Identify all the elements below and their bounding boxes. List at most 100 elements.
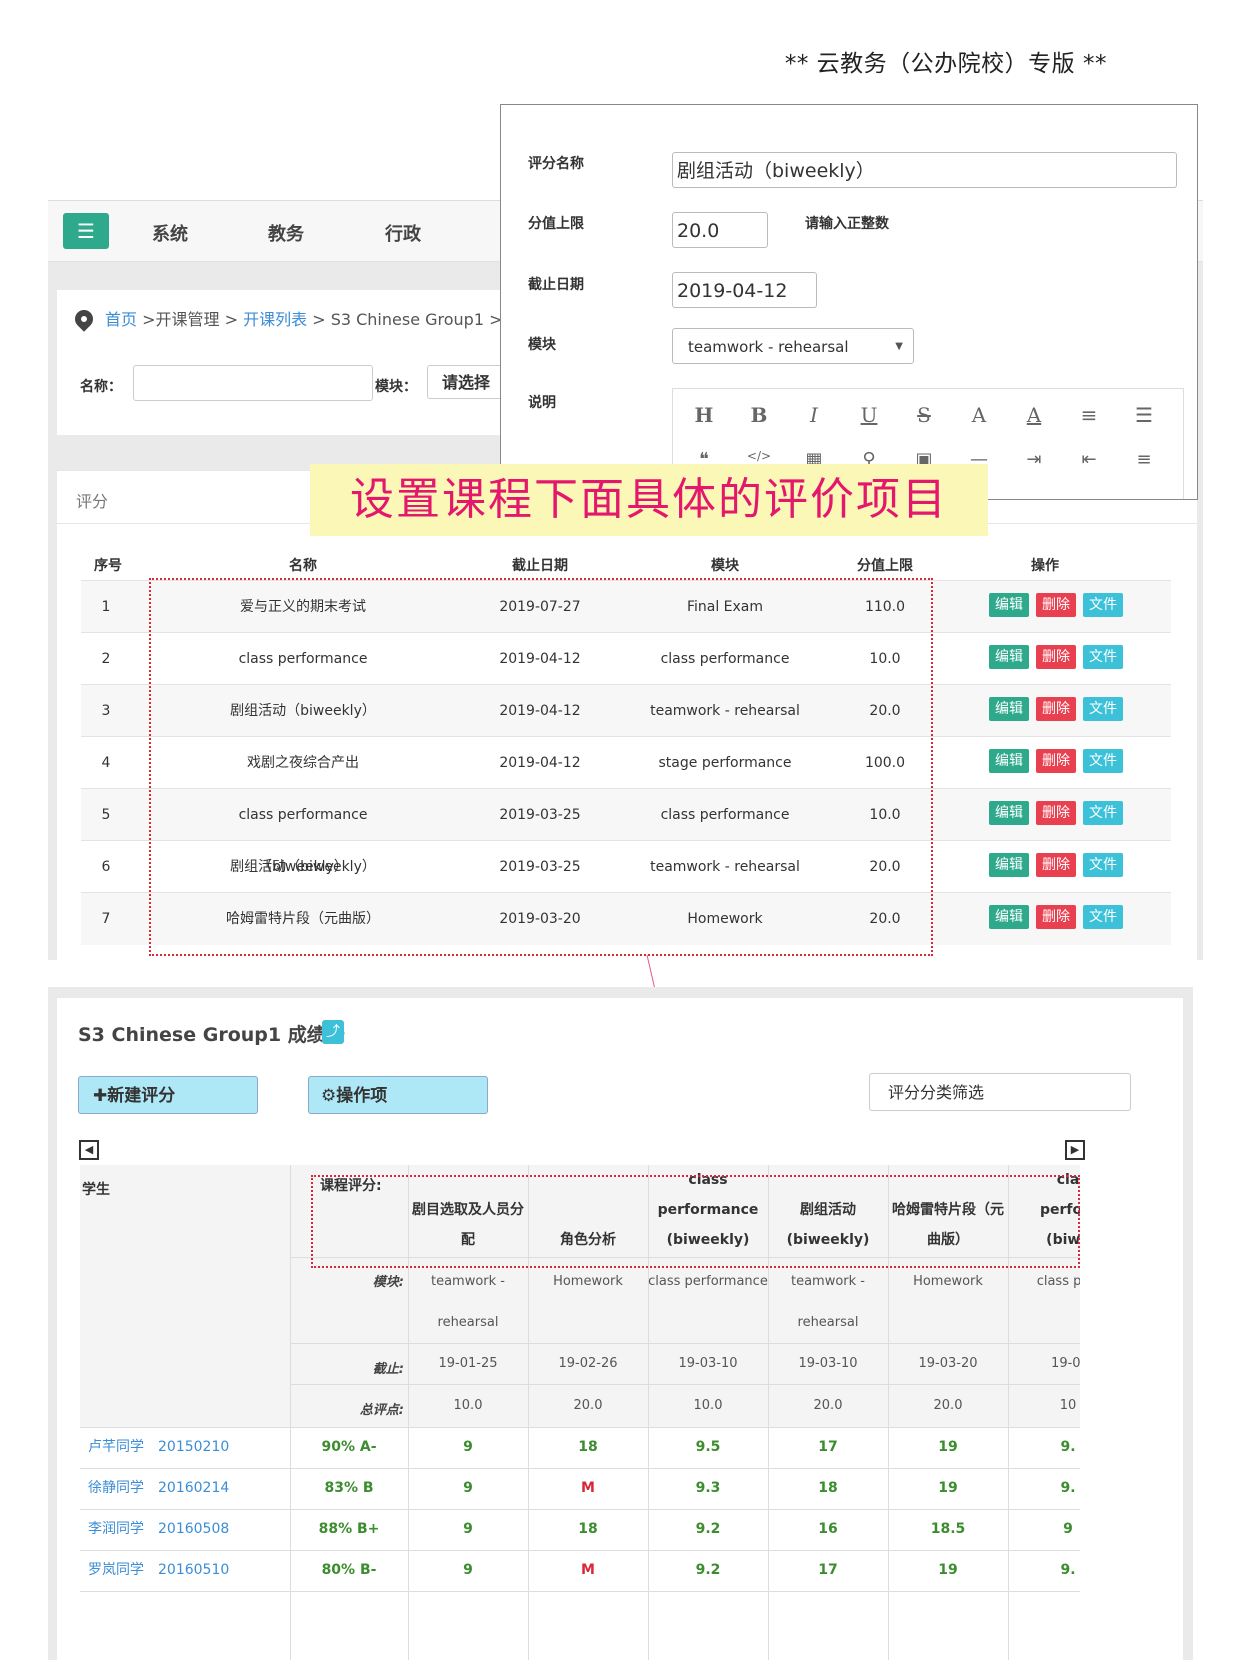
grade-score-cell[interactable]: 18.5	[888, 1509, 1008, 1550]
form-desc-label: 说明	[528, 395, 556, 411]
col-header-name: 名称	[289, 558, 317, 574]
name-filter-input[interactable]	[133, 365, 373, 401]
nav-item-admin[interactable]: 行政	[385, 220, 421, 246]
module-filter-select[interactable]: 请选择	[427, 365, 507, 399]
grade-score-cell[interactable]: 19	[888, 1468, 1008, 1509]
name-filter-label: 名称：	[80, 379, 122, 395]
grade-score-cell[interactable]: 16	[768, 1509, 888, 1550]
student-overall-grade: 83% B	[324, 1480, 374, 1496]
outdent-icon[interactable]: ⇤	[1074, 449, 1104, 470]
student-name-link[interactable]: 李润同学	[88, 1509, 144, 1550]
grade-score-cell[interactable]: 9.2	[648, 1550, 768, 1591]
edit-button[interactable]: 编辑	[989, 645, 1029, 669]
grade-score-cell[interactable]: M	[528, 1550, 648, 1591]
file-button[interactable]: 文件	[1083, 853, 1123, 877]
grade-score-cell[interactable]: 9.2	[648, 1509, 768, 1550]
grade-score-cell[interactable]: 9	[408, 1427, 528, 1468]
breadcrumb-home-link[interactable]: 首页	[105, 310, 137, 329]
file-button[interactable]: 文件	[1083, 593, 1123, 617]
grade-score-cell[interactable]: 9	[1008, 1509, 1080, 1550]
align-icon[interactable]: ≡	[1129, 449, 1159, 470]
form-max-input[interactable]: 20.0	[672, 212, 768, 248]
grade-score-cell[interactable]: 9.	[1008, 1550, 1080, 1591]
student-name-link[interactable]: 徐静同学	[88, 1468, 144, 1509]
menu-toggle-icon[interactable]: ☰	[63, 213, 109, 249]
form-name-input[interactable]: 剧组活动（biweekly）	[672, 152, 1177, 188]
font-color-icon[interactable]: A	[964, 403, 994, 427]
grade-score-cell[interactable]: 17	[768, 1550, 888, 1591]
form-name-label: 评分名称	[528, 156, 584, 172]
file-button[interactable]: 文件	[1083, 905, 1123, 929]
edit-button[interactable]: 编辑	[989, 801, 1029, 825]
heading-icon[interactable]: H	[689, 403, 719, 427]
ordered-list-icon[interactable]: ≡	[1074, 403, 1104, 427]
nav-item-academic[interactable]: 教务	[268, 220, 304, 246]
student-name-link[interactable]: 卢芊同学	[88, 1427, 144, 1468]
nav-item-system[interactable]: 系统	[152, 220, 188, 246]
grade-score-cell[interactable]: 9	[408, 1550, 528, 1591]
background-color-icon[interactable]: A	[1019, 403, 1049, 427]
dropdown-arrow-icon: ▼	[895, 341, 903, 352]
form-module-select[interactable]: teamwork - rehearsal ▼	[672, 328, 914, 364]
student-id-link[interactable]: 20160214	[158, 1468, 229, 1509]
cell-no: 1	[101, 599, 111, 615]
form-date-input[interactable]: 2019-04-12	[672, 272, 817, 308]
student-id-link[interactable]: 20150210	[158, 1427, 229, 1468]
code-icon[interactable]: </>	[744, 449, 774, 463]
edit-button[interactable]: 编辑	[989, 697, 1029, 721]
edit-button[interactable]: 编辑	[989, 905, 1029, 929]
indent-icon[interactable]: ⇥	[1019, 449, 1049, 470]
grade-score-cell[interactable]: M	[528, 1468, 648, 1509]
gradebook-title: S3 Chinese Group1 成绩册	[78, 1024, 345, 1046]
student-overall-grade: 90% A-	[321, 1439, 377, 1455]
grade-score-cell[interactable]: 18	[528, 1509, 648, 1550]
grade-score-cell[interactable]: 19	[888, 1550, 1008, 1591]
underline-icon[interactable]: U	[854, 403, 884, 427]
grade-score-cell[interactable]: 18	[768, 1468, 888, 1509]
cell-no: 6	[101, 859, 111, 875]
delete-button[interactable]: 删除	[1036, 593, 1076, 617]
breadcrumb-course-list-link[interactable]: 开课列表	[243, 310, 307, 329]
student-name-link[interactable]: 罗岚同学	[88, 1550, 144, 1591]
strikethrough-icon[interactable]: S	[909, 403, 939, 427]
grade-score-cell[interactable]: 17	[768, 1427, 888, 1468]
scroll-right-icon[interactable]: ▶	[1065, 1140, 1085, 1160]
unordered-list-icon[interactable]: ☰	[1129, 403, 1159, 427]
file-button[interactable]: 文件	[1083, 749, 1123, 773]
delete-button[interactable]: 删除	[1036, 801, 1076, 825]
new-grade-item-button[interactable]: ✚新建评分	[78, 1076, 258, 1114]
grade-score-cell[interactable]: 18	[528, 1427, 648, 1468]
edit-button[interactable]: 编辑	[989, 853, 1029, 877]
operations-button[interactable]: ⚙操作项	[308, 1076, 488, 1114]
delete-button[interactable]: 删除	[1036, 905, 1076, 929]
grade-score-cell[interactable]: 9.	[1008, 1427, 1080, 1468]
form-max-label: 分值上限	[528, 216, 584, 232]
file-button[interactable]: 文件	[1083, 645, 1123, 669]
scroll-left-icon[interactable]: ◀	[79, 1140, 99, 1160]
share-icon[interactable]: ⤴	[322, 1020, 344, 1044]
grade-score-cell[interactable]: 19	[888, 1427, 1008, 1468]
grade-item-total: 10.0	[693, 1398, 723, 1413]
student-id-link[interactable]: 20160508	[158, 1509, 229, 1550]
delete-button[interactable]: 删除	[1036, 697, 1076, 721]
annotation-banner: 设置课程下面具体的评价项目	[310, 464, 988, 536]
grade-score-cell[interactable]: 9.	[1008, 1468, 1080, 1509]
delete-button[interactable]: 删除	[1036, 645, 1076, 669]
italic-icon[interactable]: I	[799, 403, 829, 427]
file-button[interactable]: 文件	[1083, 697, 1123, 721]
student-id-link[interactable]: 20160510	[158, 1550, 229, 1591]
grade-score-cell[interactable]: 9	[408, 1509, 528, 1550]
delete-button[interactable]: 删除	[1036, 749, 1076, 773]
row-divider	[80, 1591, 1080, 1592]
grade-item-deadline: 19-01-25	[438, 1356, 498, 1371]
file-button[interactable]: 文件	[1083, 801, 1123, 825]
row-divider	[290, 1343, 1080, 1344]
grade-score-cell[interactable]: 9	[408, 1468, 528, 1509]
delete-button[interactable]: 删除	[1036, 853, 1076, 877]
grade-score-cell[interactable]: 9.5	[648, 1427, 768, 1468]
edit-button[interactable]: 编辑	[989, 749, 1029, 773]
grade-score-cell[interactable]: 9.3	[648, 1468, 768, 1509]
bold-icon[interactable]: B	[744, 403, 774, 427]
category-filter-select[interactable]: 评分分类筛选	[869, 1073, 1131, 1111]
edit-button[interactable]: 编辑	[989, 593, 1029, 617]
